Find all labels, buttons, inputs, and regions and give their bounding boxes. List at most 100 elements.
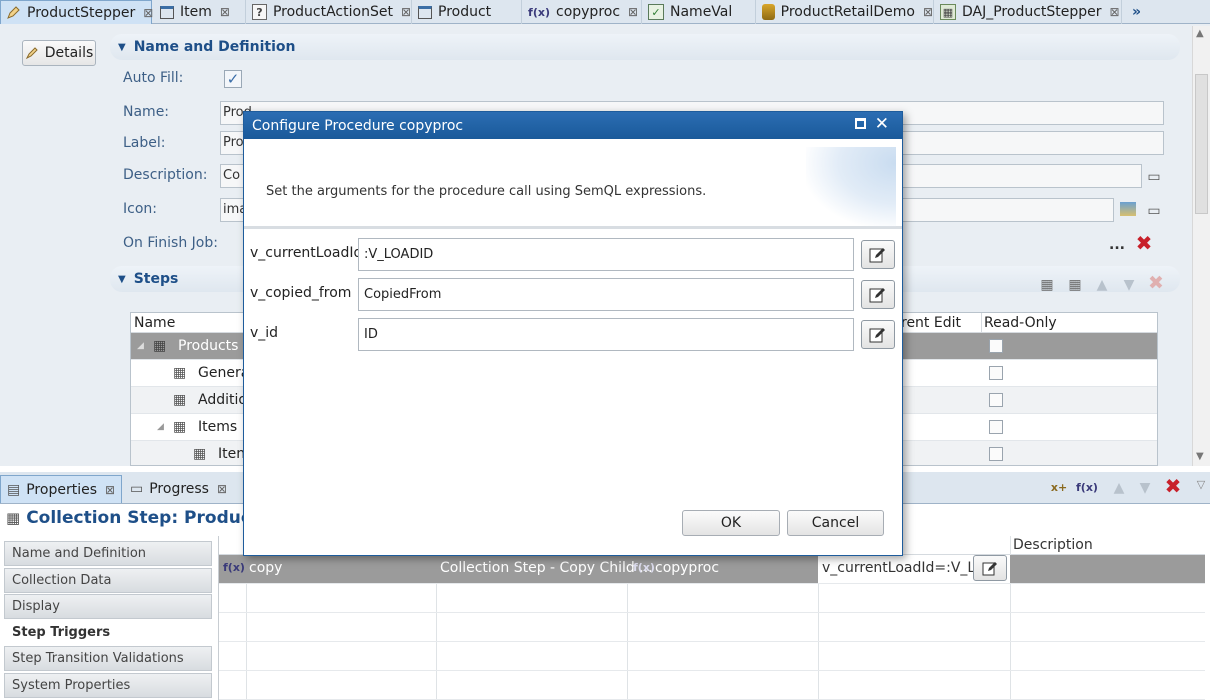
- name-definition-section-header[interactable]: ▼ Name and Definition: [110, 34, 1180, 60]
- arg-label: v_copied_from: [250, 285, 352, 301]
- column-header-description: Description: [1013, 537, 1093, 553]
- close-icon[interactable]: ✕: [875, 114, 889, 134]
- close-icon[interactable]: ⊠: [401, 5, 411, 19]
- maximize-icon[interactable]: [855, 118, 866, 129]
- nav-step-transition-validations[interactable]: Step Transition Validations: [4, 646, 212, 671]
- expand-editor-icon[interactable]: ▭: [1145, 168, 1163, 186]
- nav-display[interactable]: Display: [4, 594, 212, 619]
- tab-label: DAJ_ProductStepper: [962, 4, 1102, 20]
- nav-system-properties[interactable]: System Properties: [4, 673, 212, 698]
- edit-expression-button[interactable]: [861, 320, 895, 349]
- tab-productactionset[interactable]: ? ProductActionSet ⊠: [248, 0, 412, 24]
- nav-name-and-definition[interactable]: Name and Definition: [4, 541, 212, 566]
- row-label: Items: [198, 419, 238, 435]
- auto-fill-checkbox[interactable]: ✓: [224, 70, 242, 88]
- expand-icon[interactable]: ◢: [137, 333, 144, 360]
- tab-overflow-button[interactable]: »: [1128, 0, 1162, 24]
- add-step-icon[interactable]: ▦: [1038, 276, 1056, 294]
- read-only-checkbox[interactable]: [989, 447, 1003, 461]
- editor-tab-bar: ProductStepper ⊠ Item ⊠ ? ProductActionS…: [0, 0, 1210, 24]
- tab-properties[interactable]: ▤ Properties ⊠: [0, 475, 122, 503]
- scroll-down-icon[interactable]: ▼: [1196, 451, 1204, 462]
- close-icon[interactable]: ⊠: [220, 5, 230, 19]
- close-icon[interactable]: ⊠: [217, 482, 227, 496]
- close-icon[interactable]: ⊠: [628, 5, 638, 19]
- move-down-icon[interactable]: ▼: [1136, 479, 1154, 497]
- collapse-icon: ▼: [118, 41, 126, 53]
- arg-copied-from-input[interactable]: CopiedFrom: [358, 278, 854, 311]
- close-icon[interactable]: ⊠: [143, 6, 153, 20]
- move-down-icon[interactable]: ▼: [1120, 276, 1138, 294]
- more-icon[interactable]: ...: [1108, 236, 1126, 254]
- expand-editor-icon[interactable]: ▭: [1145, 202, 1163, 220]
- pencil-icon: [25, 46, 39, 60]
- ok-button[interactable]: OK: [682, 510, 780, 536]
- tab-nameval[interactable]: ✓ NameVal: [644, 0, 756, 24]
- table-row[interactable]: f(x) copy Collection Step - Copy Child .…: [219, 555, 1205, 584]
- add-trigger-icon[interactable]: x+: [1050, 479, 1068, 497]
- editor-scrollbar[interactable]: ▲ ▼: [1192, 26, 1210, 466]
- edit-expression-button[interactable]: [861, 240, 895, 269]
- table-row: [219, 613, 1205, 642]
- dialog-message: Set the arguments for the procedure call…: [266, 184, 707, 199]
- tab-productretaildemo[interactable]: ProductRetailDemo ⊠: [758, 0, 934, 24]
- add-child-step-icon[interactable]: ▦: [1066, 276, 1084, 294]
- function-icon: f(x): [633, 561, 655, 574]
- collapse-icon: ▼: [118, 273, 126, 285]
- tab-copyproc[interactable]: f(x) copyproc ⊠: [524, 0, 642, 24]
- edit-icon: [869, 287, 885, 302]
- expand-icon[interactable]: ◢: [157, 414, 164, 441]
- progress-icon: ▭: [130, 481, 144, 497]
- row-label: Iten: [218, 446, 246, 462]
- auto-fill-label: Auto Fill:: [123, 70, 184, 86]
- triggers-table: Description f(x) copy Collection Step - …: [218, 536, 1205, 700]
- read-only-checkbox[interactable]: [989, 420, 1003, 434]
- tab-product[interactable]: Product: [414, 0, 522, 24]
- image-icon[interactable]: [1120, 202, 1136, 216]
- view-menu-icon[interactable]: ▽: [1192, 476, 1210, 494]
- trigger-name: copy: [249, 560, 283, 576]
- on-finish-job-label: On Finish Job:: [123, 235, 218, 251]
- edit-icon: [869, 247, 885, 262]
- nav-step-triggers[interactable]: Step Triggers: [4, 620, 212, 645]
- scrollbar-thumb[interactable]: [1195, 74, 1208, 214]
- read-only-checkbox[interactable]: [989, 339, 1003, 353]
- cancel-button[interactable]: Cancel: [787, 510, 884, 536]
- arguments-cell[interactable]: v_currentLoadId=:V_LO: [818, 555, 1010, 583]
- arg-current-load-id-input[interactable]: :V_LOADID: [358, 238, 854, 271]
- tab-label: ProductStepper: [27, 4, 136, 21]
- tab-item[interactable]: Item ⊠: [156, 0, 246, 24]
- arg-id-input[interactable]: ID: [358, 318, 854, 351]
- close-icon[interactable]: ⊠: [923, 5, 933, 19]
- add-procedure-icon[interactable]: f(x): [1076, 479, 1098, 497]
- delete-icon[interactable]: ✖: [1164, 476, 1182, 496]
- dialog-title-bar[interactable]: Configure Procedure copyproc ✕: [244, 112, 902, 139]
- nav-collection-data[interactable]: Collection Data: [4, 568, 212, 593]
- banner-graphic: [806, 147, 896, 227]
- arg-label: v_id: [250, 325, 279, 341]
- overflow-icon: »: [1132, 4, 1142, 20]
- tab-daj-productstepper[interactable]: ▦ DAJ_ProductStepper ⊠: [936, 0, 1122, 24]
- tab-productstepper[interactable]: ProductStepper ⊠: [0, 0, 153, 24]
- function-icon: f(x): [223, 561, 245, 574]
- tab-label: ProductActionSet: [272, 4, 393, 20]
- read-only-checkbox[interactable]: [989, 366, 1003, 380]
- database-icon: [762, 4, 775, 20]
- move-up-icon[interactable]: ▲: [1093, 276, 1111, 294]
- details-label: Details: [44, 45, 94, 61]
- row-label: Products: [178, 338, 239, 354]
- edit-arguments-button[interactable]: [973, 555, 1007, 581]
- delete-icon[interactable]: ✖: [1135, 233, 1153, 253]
- close-icon[interactable]: ⊠: [105, 483, 115, 497]
- details-button[interactable]: Details: [22, 40, 96, 66]
- read-only-checkbox[interactable]: [989, 393, 1003, 407]
- step-icon: ▦: [173, 392, 187, 408]
- move-up-icon[interactable]: ▲: [1110, 479, 1128, 497]
- tab-label: NameVal: [670, 4, 733, 20]
- tab-progress[interactable]: ▭ Progress ⊠: [124, 475, 238, 503]
- close-icon[interactable]: ⊠: [1110, 5, 1120, 19]
- step-icon: ▦: [173, 365, 187, 381]
- scroll-up-icon[interactable]: ▲: [1196, 28, 1204, 39]
- edit-expression-button[interactable]: [861, 280, 895, 309]
- delete-step-icon[interactable]: ✖: [1147, 274, 1165, 293]
